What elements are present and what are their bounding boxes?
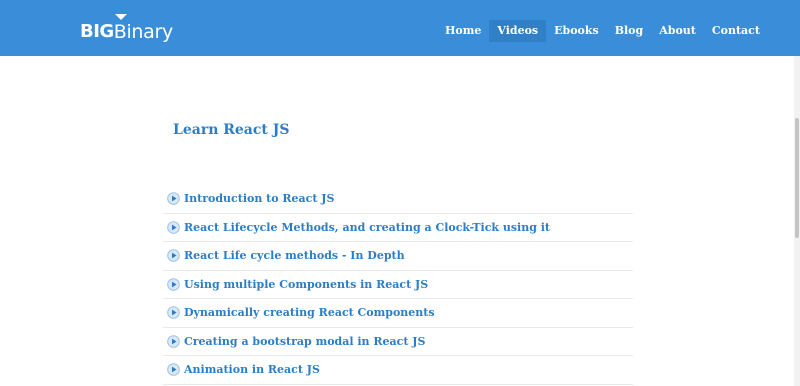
play-circle-icon[interactable] bbox=[167, 363, 180, 377]
site-header: BIG Binary Home Videos Ebooks Blog About … bbox=[0, 0, 800, 56]
video-list-item: Animation in React JS bbox=[163, 356, 633, 385]
page-scrollbar[interactable] bbox=[794, 56, 800, 386]
video-link[interactable]: React Lifecycle Methods, and creating a … bbox=[184, 221, 550, 234]
video-link[interactable]: Introduction to React JS bbox=[184, 192, 334, 205]
play-circle-icon[interactable] bbox=[167, 192, 180, 206]
play-circle-icon[interactable] bbox=[167, 277, 180, 291]
nav-videos[interactable]: Videos bbox=[489, 20, 547, 42]
video-link[interactable]: Creating a bootstrap modal in React JS bbox=[184, 335, 425, 348]
logo-big-text: BIG bbox=[80, 21, 114, 42]
nav-about[interactable]: About bbox=[651, 20, 704, 42]
bigbinary-logo[interactable]: BIG Binary bbox=[80, 14, 173, 42]
main-nav: Home Videos Ebooks Blog About Contact bbox=[437, 20, 768, 42]
nav-contact[interactable]: Contact bbox=[704, 20, 768, 42]
video-list-item: Using multiple Components in React JS bbox=[163, 271, 633, 299]
video-list-item: React Lifecycle Methods, and creating a … bbox=[163, 214, 633, 242]
logo-triangle-icon bbox=[115, 14, 127, 20]
video-link[interactable]: React Life cycle methods - In Depth bbox=[184, 249, 405, 262]
video-link[interactable]: Using multiple Components in React JS bbox=[184, 278, 428, 291]
page-title: Learn React JS bbox=[173, 122, 290, 138]
logo-binary-text: Binary bbox=[113, 21, 174, 43]
play-circle-icon[interactable] bbox=[167, 334, 180, 348]
play-circle-icon[interactable] bbox=[167, 220, 180, 234]
video-list-item: React Life cycle methods - In Depth bbox=[163, 242, 633, 271]
nav-blog[interactable]: Blog bbox=[607, 20, 652, 42]
video-list-item: Introduction to React JS bbox=[163, 185, 633, 214]
video-list-item: Creating a bootstrap modal in React JS bbox=[163, 328, 633, 356]
video-link[interactable]: Dynamically creating React Components bbox=[184, 306, 435, 319]
nav-ebooks[interactable]: Ebooks bbox=[546, 20, 607, 42]
play-circle-icon[interactable] bbox=[167, 306, 180, 320]
scrollbar-thumb[interactable] bbox=[795, 118, 799, 238]
video-link[interactable]: Animation in React JS bbox=[184, 363, 320, 376]
video-list-item: Dynamically creating React Components bbox=[163, 299, 633, 328]
video-list: Introduction to React JS React Lifecycle… bbox=[163, 185, 633, 385]
nav-home[interactable]: Home bbox=[437, 20, 489, 42]
main-content: Learn React JS Introduction to React JS … bbox=[0, 56, 800, 386]
play-circle-icon[interactable] bbox=[167, 249, 180, 263]
